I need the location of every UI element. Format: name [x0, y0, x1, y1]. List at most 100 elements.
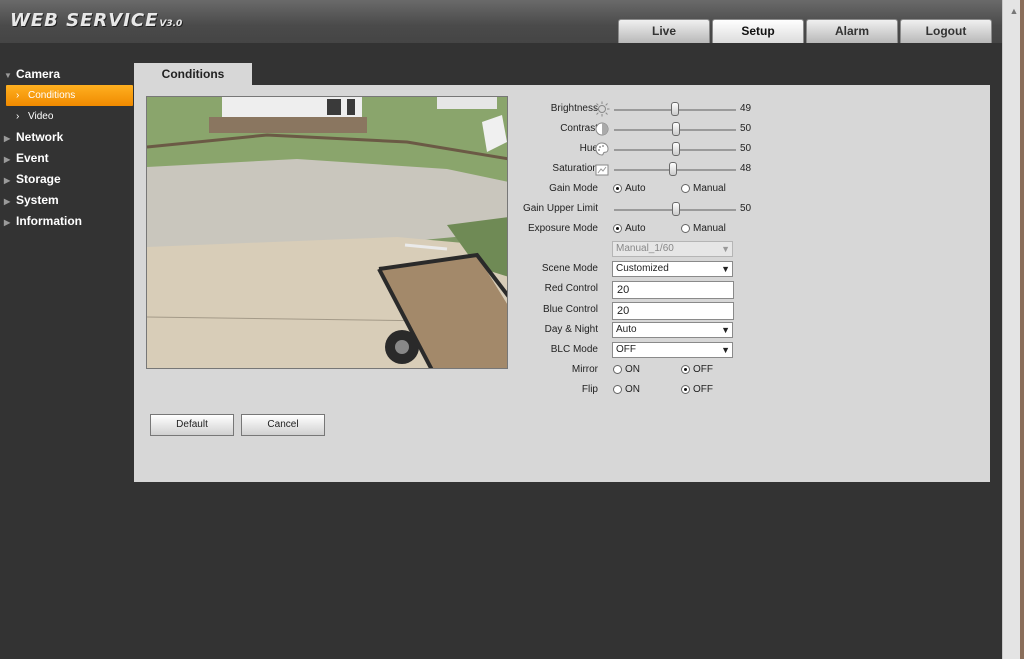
scrollbar-edge [1020, 0, 1024, 659]
flip-off-radio[interactable]: OFF [681, 384, 713, 395]
triangle-right-icon: ▶ [4, 134, 11, 143]
gain-upper-limit-row: Gain Upper Limit 50 [508, 200, 908, 220]
saturation-slider[interactable] [614, 162, 736, 176]
gain-mode-manual-radio[interactable]: Manual [681, 183, 726, 194]
day-night-label: Day & Night [544, 324, 598, 335]
flip-on-radio[interactable]: ON [613, 384, 640, 395]
chevron-down-icon: ▼ [721, 244, 730, 254]
day-night-row: Day & Night Auto ▼ [508, 321, 908, 341]
saturation-slider-thumb[interactable] [669, 162, 677, 176]
gain-upper-limit-value: 50 [740, 203, 752, 214]
contrast-slider[interactable] [614, 122, 736, 136]
blc-mode-label: BLC Mode [550, 344, 598, 355]
sidebar-item-video[interactable]: › Video [0, 106, 134, 127]
radio-checked-icon [613, 184, 622, 193]
radio-unchecked-icon [613, 365, 622, 374]
radio-checked-icon [681, 365, 690, 374]
brightness-slider[interactable] [614, 102, 736, 116]
tab-conditions[interactable]: Conditions [134, 63, 252, 85]
default-button[interactable]: Default [150, 414, 234, 436]
brightness-value: 49 [740, 103, 752, 114]
tab-alarm[interactable]: Alarm [806, 19, 898, 43]
red-control-input[interactable]: 20 [612, 281, 734, 299]
gain-mode-label: Gain Mode [549, 183, 598, 194]
sidebar-item-network[interactable]: ▶ Network [0, 127, 134, 148]
chevron-down-icon: ▼ [721, 264, 730, 274]
sun-icon [594, 101, 610, 117]
flip-row: Flip ON OFF [508, 381, 908, 401]
mirror-on-radio[interactable]: ON [613, 364, 640, 375]
tab-logout[interactable]: Logout [900, 19, 992, 43]
contrast-value: 50 [740, 123, 752, 134]
exposure-mode-auto-radio[interactable]: Auto [613, 223, 646, 234]
triangle-down-icon: ▼ [4, 71, 12, 80]
blc-mode-select[interactable]: OFF ▼ [612, 342, 733, 358]
triangle-right-icon: ▶ [4, 197, 11, 206]
saturation-icon [595, 164, 609, 176]
radio-unchecked-icon [681, 184, 690, 193]
gain-mode-auto-radio[interactable]: Auto [613, 183, 646, 194]
brightness-slider-thumb[interactable] [671, 102, 679, 116]
gain-mode-row: Gain Mode Auto Manual [508, 180, 908, 200]
sidebar-item-event[interactable]: ▶ Event [0, 148, 134, 169]
top-header: WEB SERVICEV3.0 Live Setup Alarm Logout [0, 0, 1002, 43]
sidebar-item-conditions[interactable]: › Conditions [6, 85, 133, 106]
hue-slider[interactable] [614, 142, 736, 156]
hue-value: 50 [740, 143, 752, 154]
exposure-shutter-select[interactable]: Manual_1/60 ▼ [612, 241, 733, 257]
blue-control-label: Blue Control [542, 304, 598, 315]
exposure-mode-label: Exposure Mode [527, 223, 598, 234]
page-scrollbar[interactable]: ▲ [1002, 0, 1024, 659]
mirror-row: Mirror ON OFF [508, 361, 908, 381]
scene-mode-row: Scene Mode Customized ▼ [508, 260, 908, 280]
sidebar-item-storage[interactable]: ▶ Storage [0, 169, 134, 190]
chevron-right-icon: › [16, 111, 20, 122]
blc-mode-row: BLC Mode OFF ▼ [508, 341, 908, 361]
sidebar-menu: ▼ Camera › Conditions › Video ▶ Network ▶ Eve… [0, 64, 134, 232]
contrast-row: Contrast 50 [508, 120, 908, 140]
triangle-right-icon: ▶ [4, 155, 11, 164]
chevron-down-icon: ▼ [721, 345, 730, 355]
brightness-row: Brightness 49 [508, 100, 908, 120]
day-night-select[interactable]: Auto ▼ [612, 322, 733, 338]
radio-checked-icon [613, 224, 622, 233]
exposure-mode-row: Exposure Mode Auto Manual [508, 220, 908, 240]
palette-icon [595, 142, 609, 156]
gain-upper-limit-slider-thumb[interactable] [672, 202, 680, 216]
sidebar-item-system[interactable]: ▶ System [0, 190, 134, 211]
scroll-up-icon[interactable]: ▲ [1007, 4, 1021, 18]
tab-setup[interactable]: Setup [712, 19, 804, 43]
red-control-row: Red Control 20 [508, 280, 908, 300]
scene-mode-label: Scene Mode [541, 263, 598, 274]
saturation-row: Saturation 48 [508, 160, 908, 180]
radio-checked-icon [681, 385, 690, 394]
sidebar-item-information[interactable]: ▶ Information [0, 211, 134, 232]
blue-control-input[interactable]: 20 [612, 302, 734, 320]
chevron-right-icon: › [16, 90, 20, 101]
hue-slider-thumb[interactable] [672, 142, 680, 156]
saturation-value: 48 [740, 163, 752, 174]
gain-upper-limit-slider[interactable] [614, 202, 736, 216]
mirror-off-radio[interactable]: OFF [681, 364, 713, 375]
scene-mode-select[interactable]: Customized ▼ [612, 261, 733, 277]
app-logo: WEB SERVICEV3.0 [10, 10, 183, 31]
flip-label: Flip [581, 384, 598, 395]
contrast-icon [595, 122, 609, 136]
camera-preview [146, 96, 508, 369]
contrast-slider-thumb[interactable] [672, 122, 680, 136]
sidebar-item-camera[interactable]: ▼ Camera [0, 64, 134, 85]
mirror-label: Mirror [571, 364, 598, 375]
red-control-label: Red Control [544, 283, 598, 294]
conditions-panel: Brightness 49 Contrast 50 Hue 50 Saturat… [134, 85, 990, 482]
exposure-mode-manual-radio[interactable]: Manual [681, 223, 726, 234]
top-nav-tabs: Live Setup Alarm Logout [618, 19, 992, 43]
contrast-label: Contrast [560, 123, 598, 134]
cancel-button[interactable]: Cancel [241, 414, 325, 436]
radio-unchecked-icon [681, 224, 690, 233]
triangle-right-icon: ▶ [4, 176, 11, 185]
triangle-right-icon: ▶ [4, 218, 11, 227]
hue-row: Hue 50 [508, 140, 908, 160]
chevron-down-icon: ▼ [721, 325, 730, 335]
gain-upper-limit-label: Gain Upper Limit [522, 203, 598, 214]
tab-live[interactable]: Live [618, 19, 710, 43]
